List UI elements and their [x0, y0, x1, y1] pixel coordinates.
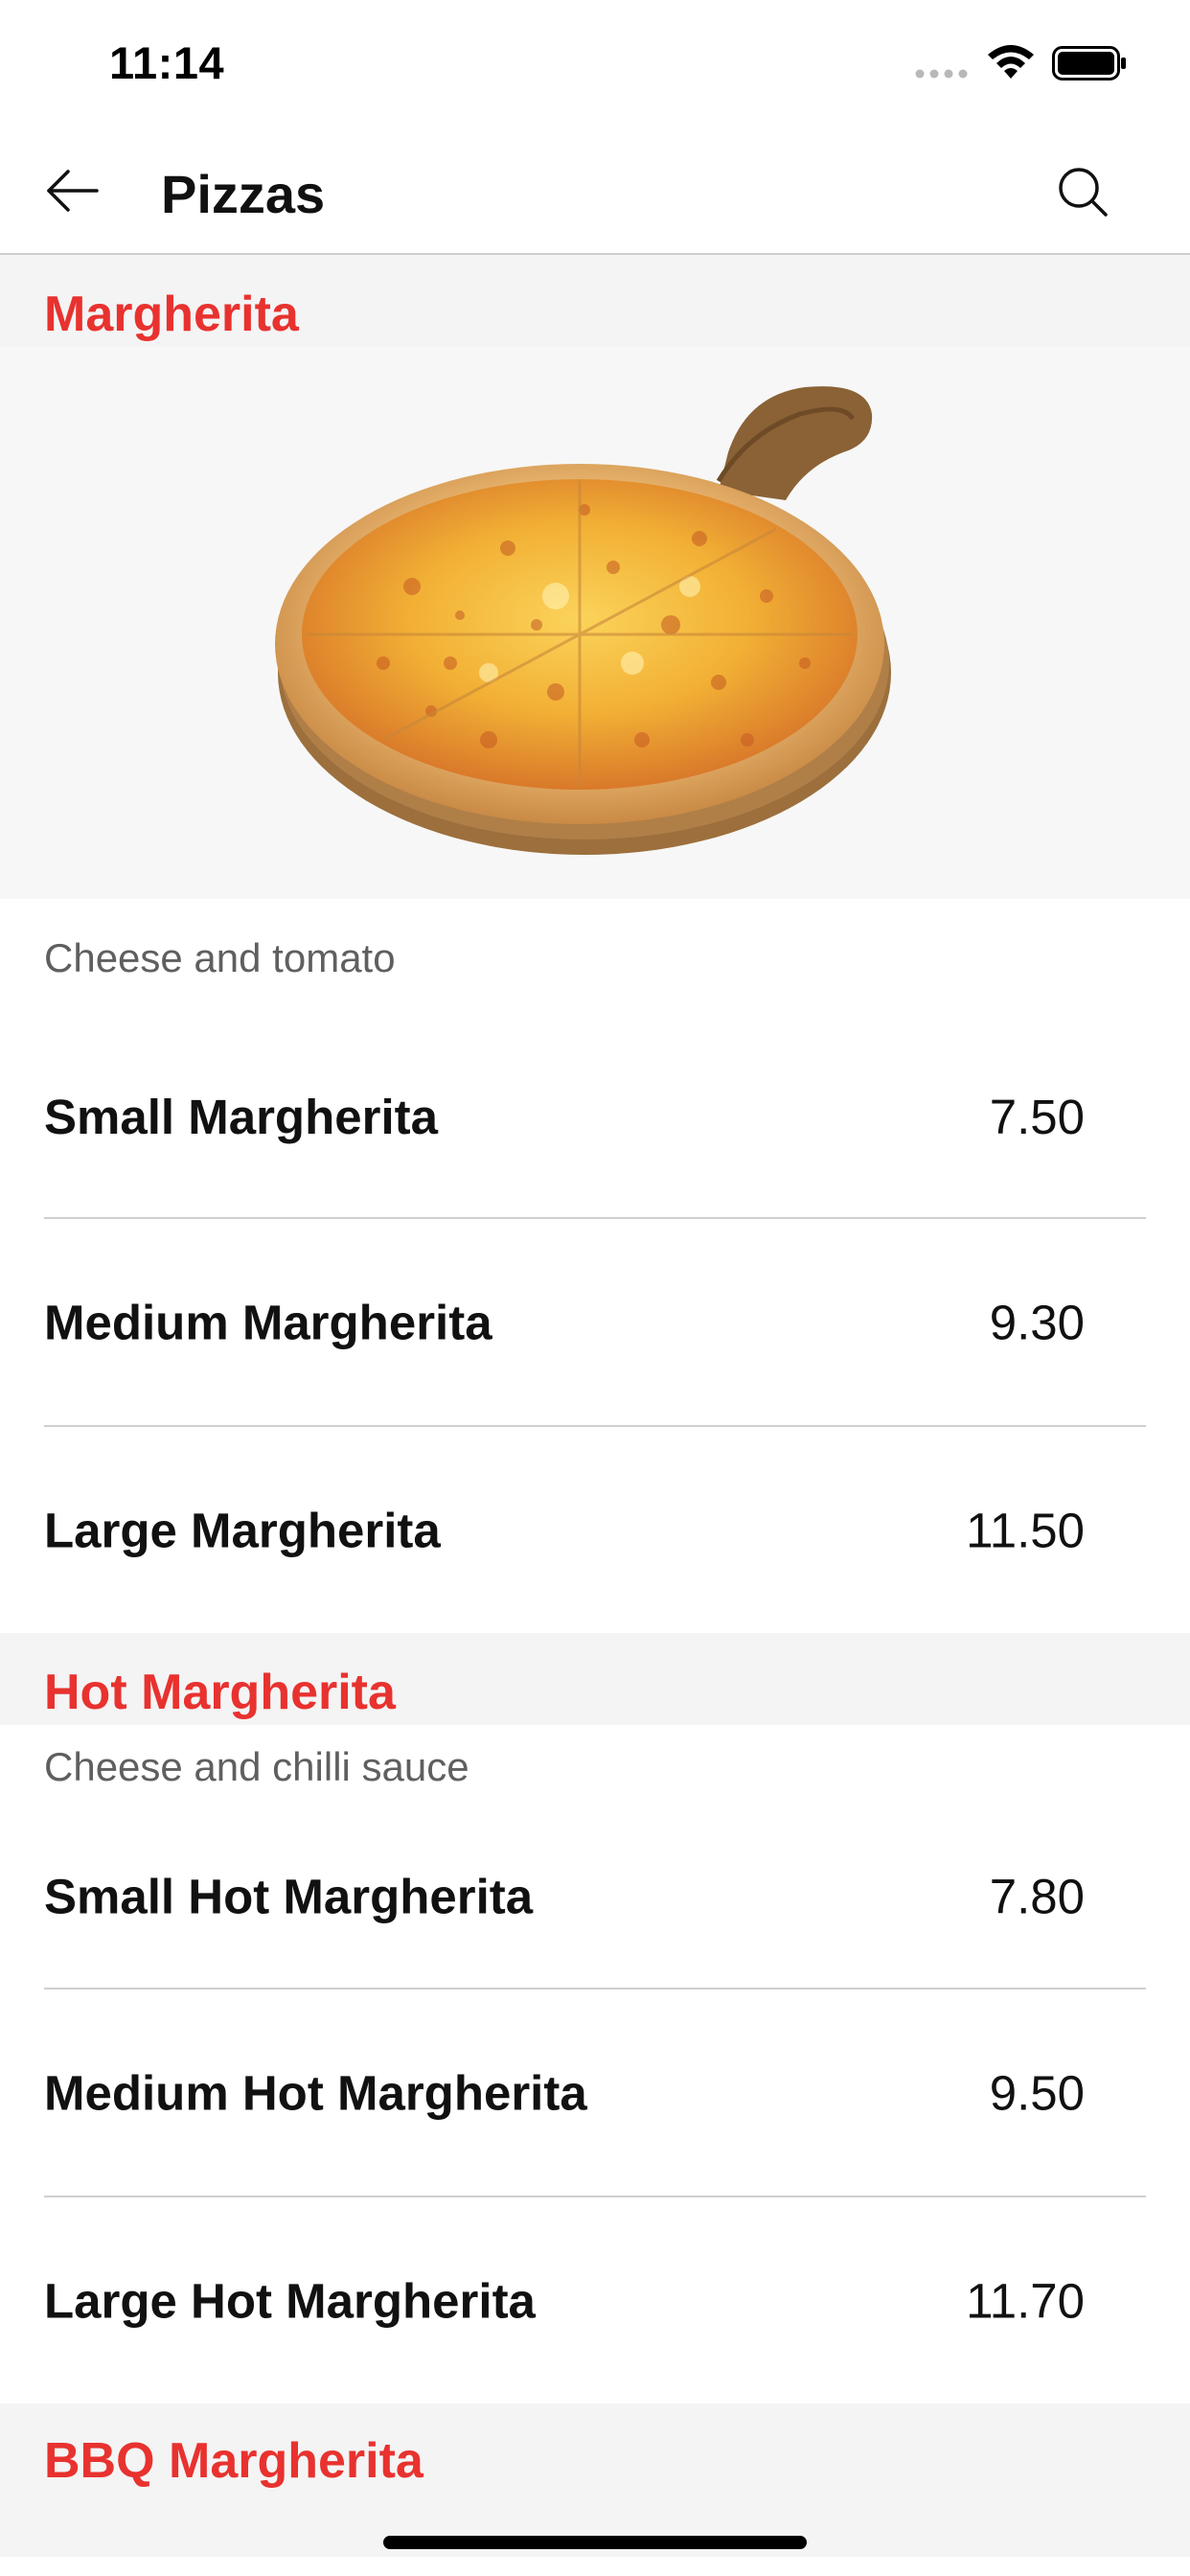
description-text: Cheese and tomato: [44, 935, 396, 980]
section-title: Margherita: [44, 287, 299, 342]
section-header-hot-margherita: Hot Margherita: [0, 1633, 1190, 1725]
menu-item-row[interactable]: Large Margherita 11.50: [0, 1427, 1190, 1633]
status-time: 11:14: [109, 37, 225, 88]
search-icon: [1059, 168, 1108, 217]
section-header-bbq-margherita: BBQ Margherita: [0, 2404, 1190, 2557]
cellular-signal-icon: [915, 69, 968, 79]
menu-item-row[interactable]: Small Margherita 7.50: [0, 1033, 1190, 1217]
page-title: Pizzas: [161, 164, 326, 224]
section-title: Hot Margherita: [44, 1665, 396, 1720]
menu-item-row[interactable]: Large Hot Margherita 11.70: [0, 2197, 1190, 2404]
back-button[interactable]: [29, 155, 115, 226]
menu-item-row[interactable]: Medium Hot Margherita 9.50: [0, 1990, 1190, 2196]
home-indicator[interactable]: [383, 2536, 807, 2549]
menu-item-row[interactable]: Small Hot Margherita 7.80: [0, 1806, 1190, 1988]
search-button[interactable]: [1044, 153, 1121, 230]
section-header-margherita: Margherita: [0, 255, 1190, 347]
menu-list: Margherita Cheese and tomato Small Margh…: [0, 255, 1190, 2557]
item-price: 7.80: [989, 1869, 1085, 1924]
section-title: BBQ Margherita: [44, 2433, 423, 2489]
item-price: 9.30: [989, 1295, 1085, 1349]
item-name: Small Hot Margherita: [44, 1869, 534, 1924]
item-price: 11.70: [966, 2273, 1085, 2328]
item-name: Medium Margherita: [44, 1295, 492, 1349]
status-bar: 11:14: [0, 0, 1190, 126]
arrow-left-icon: [47, 170, 99, 212]
description-text: Cheese and chilli sauce: [44, 1744, 469, 1789]
section-description: Cheese and tomato: [0, 899, 1190, 1033]
item-name: Small Margherita: [44, 1090, 438, 1144]
item-name: Medium Hot Margherita: [44, 2065, 587, 2120]
pizza-image: [0, 347, 1190, 899]
wifi-icon: [988, 45, 1034, 79]
battery-icon: [1052, 46, 1126, 80]
section-description: Cheese and chilli sauce: [0, 1725, 1190, 1806]
item-price: 7.50: [989, 1090, 1085, 1144]
item-name: Large Hot Margherita: [44, 2273, 536, 2328]
nav-bar: Pizzas: [0, 126, 1190, 255]
menu-item-row[interactable]: Medium Margherita 9.30: [0, 1219, 1190, 1425]
item-price: 9.50: [989, 2065, 1085, 2120]
margherita-pizza-image: [275, 386, 891, 855]
item-name: Large Margherita: [44, 1503, 441, 1557]
item-price: 11.50: [966, 1503, 1085, 1557]
